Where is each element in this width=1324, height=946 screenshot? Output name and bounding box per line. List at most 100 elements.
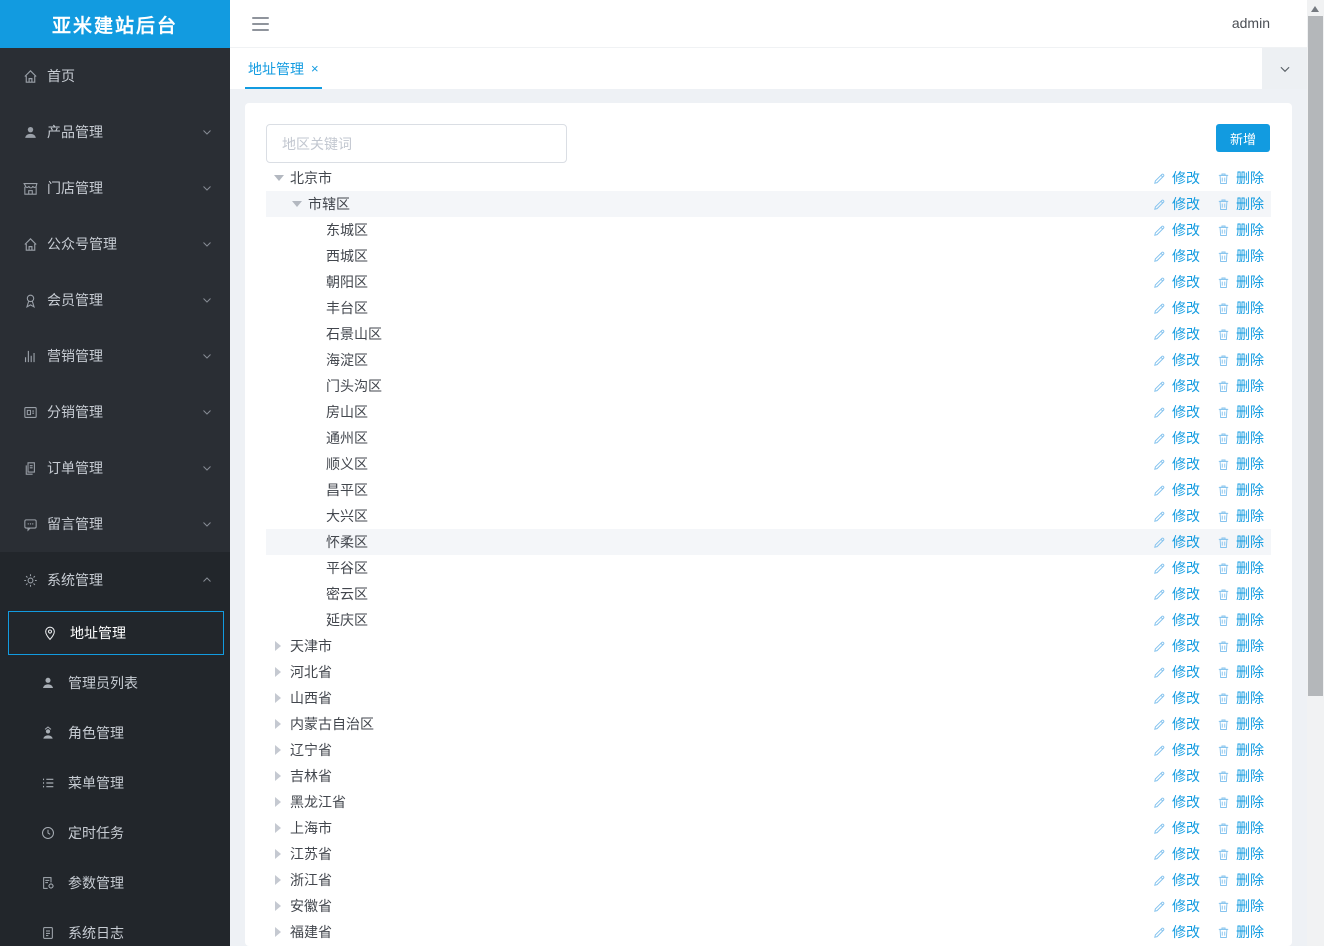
region-name[interactable]: 上海市 [290,818,332,838]
tree-row[interactable]: 朝阳区 修改 删除 [266,269,1271,295]
delete-link[interactable]: 删除 [1216,298,1264,318]
edit-link[interactable]: 修改 [1152,636,1200,656]
delete-link[interactable]: 删除 [1216,324,1264,344]
expand-arrow-icon[interactable] [274,849,284,859]
edit-link[interactable]: 修改 [1152,194,1200,214]
delete-link[interactable]: 删除 [1216,610,1264,630]
sidebar-item-orders[interactable]: 订单管理 [0,440,230,496]
tree-row[interactable]: 内蒙古自治区 修改 删除 [266,711,1271,737]
region-name[interactable]: 市辖区 [308,194,350,214]
delete-link[interactable]: 删除 [1216,688,1264,708]
tree-row[interactable]: 西城区 修改 删除 [266,243,1271,269]
delete-link[interactable]: 删除 [1216,272,1264,292]
tree-row[interactable]: 大兴区 修改 删除 [266,503,1271,529]
delete-link[interactable]: 删除 [1216,428,1264,448]
delete-link[interactable]: 删除 [1216,506,1264,526]
expand-arrow-icon[interactable] [274,771,284,781]
collapse-arrow-icon[interactable] [292,201,302,207]
delete-link[interactable]: 删除 [1216,844,1264,864]
sidebar-item-members[interactable]: 会员管理 [0,272,230,328]
edit-link[interactable]: 修改 [1152,168,1200,188]
tree-row[interactable]: 平谷区 修改 删除 [266,555,1271,581]
region-name[interactable]: 昌平区 [326,480,368,500]
sidebar-item-system[interactable]: 系统管理 [0,552,230,608]
delete-link[interactable]: 删除 [1216,402,1264,422]
delete-link[interactable]: 删除 [1216,168,1264,188]
tree-row[interactable]: 通州区 修改 删除 [266,425,1271,451]
delete-link[interactable]: 删除 [1216,896,1264,916]
delete-link[interactable]: 删除 [1216,792,1264,812]
region-name[interactable]: 山西省 [290,688,332,708]
scrollbar-thumb[interactable] [1308,16,1323,696]
tree-row[interactable]: 山西省 修改 删除 [266,685,1271,711]
expand-arrow-icon[interactable] [274,719,284,729]
region-name[interactable]: 怀柔区 [326,532,368,552]
delete-link[interactable]: 删除 [1216,740,1264,760]
edit-link[interactable]: 修改 [1152,896,1200,916]
expand-arrow-icon[interactable] [274,641,284,651]
edit-link[interactable]: 修改 [1152,792,1200,812]
region-name[interactable]: 朝阳区 [326,272,368,292]
delete-link[interactable]: 删除 [1216,220,1264,240]
edit-link[interactable]: 修改 [1152,870,1200,890]
edit-link[interactable]: 修改 [1152,298,1200,318]
tree-row[interactable]: 安徽省 修改 删除 [266,893,1271,919]
expand-arrow-icon[interactable] [274,927,284,937]
expand-arrow-icon[interactable] [274,667,284,677]
delete-link[interactable]: 删除 [1216,246,1264,266]
sidebar-subitem-address[interactable]: 地址管理 [8,611,224,655]
tab-close-icon[interactable]: × [311,62,319,75]
delete-link[interactable]: 删除 [1216,532,1264,552]
tree-row[interactable]: 辽宁省 修改 删除 [266,737,1271,763]
tree-row[interactable]: 江苏省 修改 删除 [266,841,1271,867]
edit-link[interactable]: 修改 [1152,428,1200,448]
region-name[interactable]: 黑龙江省 [290,792,346,812]
tree-row[interactable]: 丰台区 修改 删除 [266,295,1271,321]
region-name[interactable]: 延庆区 [326,610,368,630]
region-name[interactable]: 浙江省 [290,870,332,890]
edit-link[interactable]: 修改 [1152,532,1200,552]
delete-link[interactable]: 删除 [1216,636,1264,656]
region-name[interactable]: 密云区 [326,584,368,604]
edit-link[interactable]: 修改 [1152,402,1200,422]
region-name[interactable]: 房山区 [326,402,368,422]
delete-link[interactable]: 删除 [1216,662,1264,682]
tree-row[interactable]: 海淀区 修改 删除 [266,347,1271,373]
tab-list-dropdown-button[interactable] [1262,48,1307,89]
page-scrollbar[interactable] [1307,0,1324,946]
tree-row[interactable]: 门头沟区 修改 删除 [266,373,1271,399]
edit-link[interactable]: 修改 [1152,272,1200,292]
edit-link[interactable]: 修改 [1152,350,1200,370]
edit-link[interactable]: 修改 [1152,844,1200,864]
sidebar-subitem-params[interactable]: 参数管理 [0,858,230,908]
region-name[interactable]: 平谷区 [326,558,368,578]
tree-row[interactable]: 密云区 修改 删除 [266,581,1271,607]
tree-row[interactable]: 怀柔区 修改 删除 [266,529,1271,555]
delete-link[interactable]: 删除 [1216,480,1264,500]
delete-link[interactable]: 删除 [1216,766,1264,786]
tree-row[interactable]: 石景山区 修改 删除 [266,321,1271,347]
sidebar-item-distribution[interactable]: 分销管理 [0,384,230,440]
edit-link[interactable]: 修改 [1152,558,1200,578]
sidebar-subitem-admins[interactable]: 管理员列表 [0,658,230,708]
delete-link[interactable]: 删除 [1216,454,1264,474]
delete-link[interactable]: 删除 [1216,376,1264,396]
sidebar-subitem-logs[interactable]: 系统日志 [0,908,230,946]
expand-arrow-icon[interactable] [274,823,284,833]
tree-row[interactable]: 黑龙江省 修改 删除 [266,789,1271,815]
edit-link[interactable]: 修改 [1152,246,1200,266]
region-name[interactable]: 西城区 [326,246,368,266]
region-name[interactable]: 河北省 [290,662,332,682]
edit-link[interactable]: 修改 [1152,688,1200,708]
region-name[interactable]: 北京市 [290,168,332,188]
tab-address-management[interactable]: 地址管理 × [245,48,322,89]
tree-row[interactable]: 福建省 修改 删除 [266,919,1271,945]
add-button[interactable]: 新增 [1216,124,1270,152]
edit-link[interactable]: 修改 [1152,818,1200,838]
edit-link[interactable]: 修改 [1152,376,1200,396]
delete-link[interactable]: 删除 [1216,558,1264,578]
region-name[interactable]: 门头沟区 [326,376,382,396]
delete-link[interactable]: 删除 [1216,584,1264,604]
region-name[interactable]: 大兴区 [326,506,368,526]
region-name[interactable]: 天津市 [290,636,332,656]
